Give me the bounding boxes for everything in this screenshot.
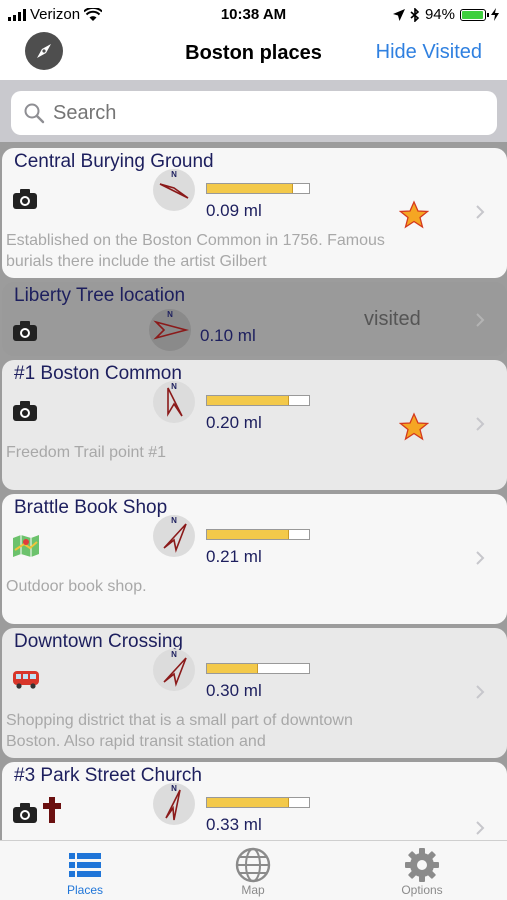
distance-meter xyxy=(206,529,310,540)
chevron-right-icon xyxy=(476,551,485,565)
svg-text:N: N xyxy=(167,310,173,319)
place-distance: 0.33 ml xyxy=(206,815,262,834)
tab-options[interactable]: Options xyxy=(372,847,472,897)
place-distance: 0.30 ml xyxy=(206,681,262,700)
tab-places[interactable]: Places xyxy=(35,847,135,897)
bus-icon xyxy=(13,671,39,689)
svg-text:N: N xyxy=(171,382,177,391)
chevron-right-icon xyxy=(476,821,485,835)
battery-percent: 94% xyxy=(424,6,455,23)
tab-label: Options xyxy=(401,883,443,897)
place-title: Liberty Tree location xyxy=(14,285,186,306)
svg-text:N: N xyxy=(171,784,177,793)
list-icon xyxy=(69,853,101,877)
tab-label: Places xyxy=(66,883,104,897)
direction-compass-icon: N xyxy=(153,169,195,211)
direction-compass-icon: N xyxy=(153,515,195,557)
camera-icon xyxy=(13,189,37,209)
camera-icon xyxy=(13,321,37,341)
place-distance: 0.20 ml xyxy=(206,413,262,432)
place-description: Established on the Boston Common in 1756… xyxy=(6,232,385,270)
svg-text:N: N xyxy=(171,516,177,525)
list-item[interactable]: Downtown Crossing N 0.30 ml Shopping dis… xyxy=(2,628,507,758)
distance-meter xyxy=(206,797,310,808)
cross-icon xyxy=(43,797,61,823)
chevron-right-icon xyxy=(476,685,485,699)
search-input[interactable] xyxy=(53,101,453,125)
battery-icon xyxy=(460,8,489,21)
list-item[interactable]: #3 Park Street Church N 0.33 ml xyxy=(2,762,507,840)
search-icon xyxy=(24,103,45,124)
list-item-visited[interactable]: Liberty Tree location N 0.10 ml visited xyxy=(2,282,507,356)
camera-icon xyxy=(13,803,37,823)
tab-map[interactable]: Map xyxy=(203,847,303,897)
chevron-right-icon xyxy=(476,205,485,219)
status-right: 94% xyxy=(392,6,499,23)
place-description: Shopping district that is a small part o… xyxy=(6,712,353,750)
map-icon xyxy=(13,535,39,557)
distance-meter xyxy=(206,663,310,674)
chevron-right-icon xyxy=(476,313,485,327)
place-description: Outdoor book shop. xyxy=(6,578,147,595)
visited-label: visited xyxy=(364,308,421,330)
chevron-right-icon xyxy=(476,417,485,431)
direction-compass-icon: N xyxy=(153,649,195,691)
navigation-bar: Boston places Hide Visited xyxy=(0,30,507,80)
place-distance: 0.10 ml xyxy=(200,326,256,345)
place-title: Brattle Book Shop xyxy=(14,497,168,518)
tab-bar: Places Map Options xyxy=(0,840,507,900)
places-list[interactable]: Central Burying Ground N 0.09 ml Establi… xyxy=(0,142,507,840)
distance-meter xyxy=(206,183,310,194)
place-description: Freedom Trail point #1 xyxy=(6,444,167,461)
distance-meter xyxy=(206,395,310,406)
list-item[interactable]: Central Burying Ground N 0.09 ml Establi… xyxy=(2,148,507,278)
status-bar: Verizon 10:38 AM 94% xyxy=(0,0,507,30)
tab-label: Map xyxy=(241,883,265,897)
search-bar xyxy=(0,80,507,142)
location-arrow-icon xyxy=(392,8,405,21)
list-item[interactable]: #1 Boston Common N 0.20 ml Freedom Trail… xyxy=(2,360,507,490)
direction-compass-icon: N xyxy=(153,783,195,825)
bluetooth-icon xyxy=(410,7,420,22)
favorite-star-icon[interactable] xyxy=(399,200,429,230)
direction-compass-icon: N xyxy=(153,381,195,423)
list-item[interactable]: Brattle Book Shop N 0.21 ml Outdoor book… xyxy=(2,494,507,624)
direction-compass-icon: N xyxy=(149,309,191,351)
globe-icon xyxy=(235,847,271,883)
svg-text:N: N xyxy=(171,170,177,179)
favorite-star-icon[interactable] xyxy=(399,412,429,442)
search-field[interactable] xyxy=(11,91,497,135)
camera-icon xyxy=(13,401,37,421)
place-distance: 0.09 ml xyxy=(206,201,262,220)
hide-visited-button[interactable]: Hide Visited xyxy=(376,41,482,64)
charging-icon xyxy=(491,8,499,21)
gear-icon xyxy=(405,848,439,882)
place-distance: 0.21 ml xyxy=(206,547,262,566)
svg-text:N: N xyxy=(171,650,177,659)
